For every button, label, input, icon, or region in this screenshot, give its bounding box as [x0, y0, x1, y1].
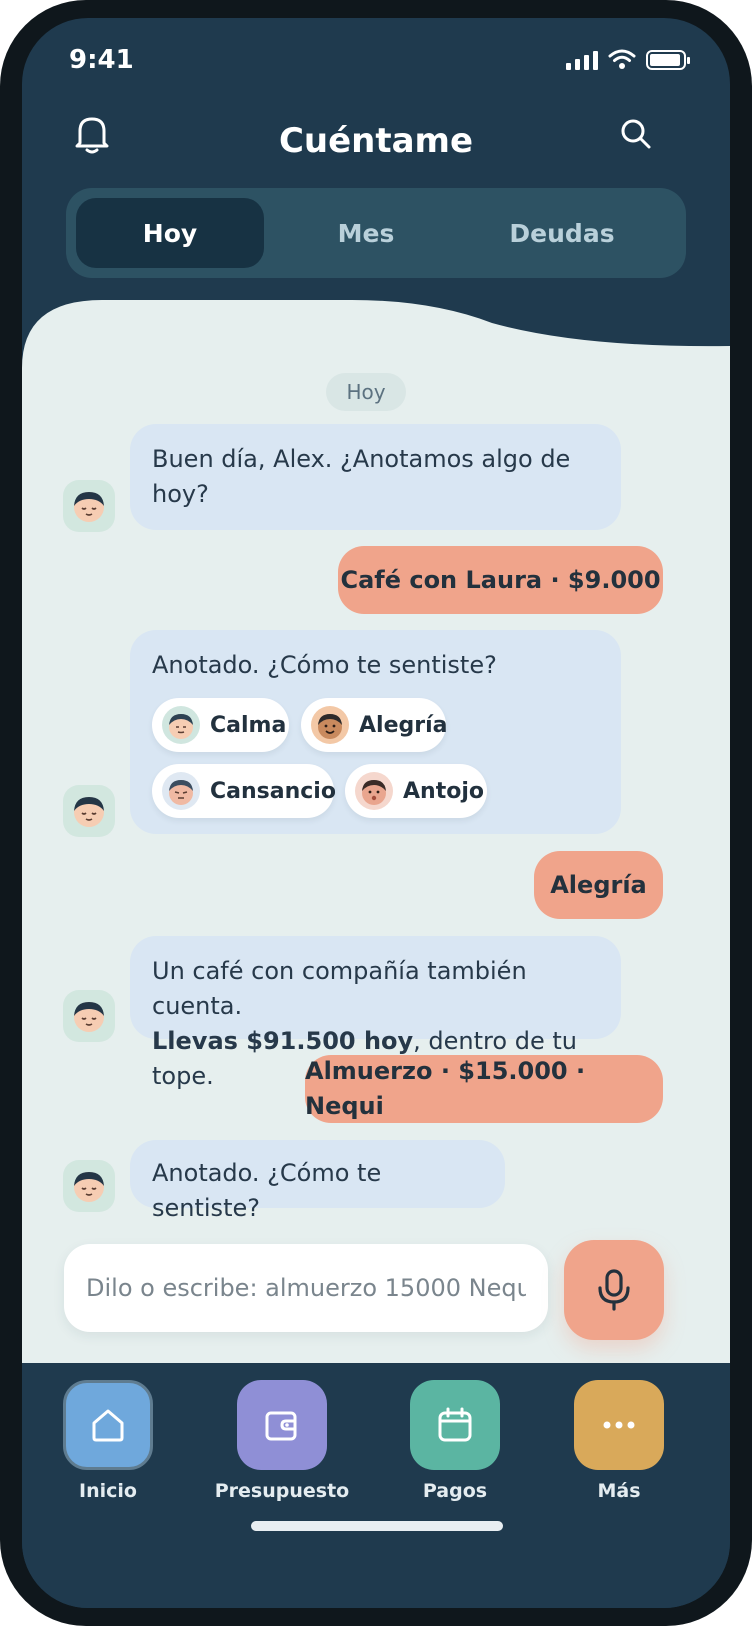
nav-presupuesto[interactable]: Presupuesto: [212, 1380, 352, 1502]
user-message: Alegría: [534, 851, 663, 919]
wifi-icon: [608, 49, 636, 69]
nav-label: Presupuesto: [214, 1480, 350, 1502]
voice-input-button[interactable]: [564, 1240, 664, 1340]
bot-message: Buen día, Alex. ¿Anotamos algo de hoy?: [130, 424, 621, 530]
calm-face-icon: [162, 706, 200, 744]
nav-icon-tile: [237, 1380, 327, 1470]
status-icons: [566, 48, 690, 70]
spent-today-highlight: Llevas $91.500 hoy: [152, 1027, 414, 1055]
bot-message: Un café con compañía también cuenta. Lle…: [130, 936, 621, 1090]
nav-pagos[interactable]: Pagos: [385, 1380, 525, 1502]
signal-icon: [566, 50, 598, 70]
nav-icon-tile: [410, 1380, 500, 1470]
bot-message: Anotado. ¿Cómo te sentiste?: [130, 1140, 505, 1222]
assistant-avatar: [63, 785, 115, 837]
nav-icon-tile: [574, 1380, 664, 1470]
nav-label: Inicio: [79, 1480, 137, 1502]
mood-chip-alegria[interactable]: Alegría: [301, 698, 448, 752]
mood-chip-label: Antojo: [403, 778, 484, 804]
wallet-icon: [265, 1411, 297, 1441]
face-icon: [74, 492, 104, 522]
nav-inicio[interactable]: Inicio: [38, 1380, 178, 1502]
assistant-avatar: [63, 480, 115, 532]
tab-mes[interactable]: Mes: [272, 198, 460, 268]
face-icon: [74, 797, 104, 827]
phone-frame: 9:41 Cuéntame Hoy Mes Deudas Hoy Buen dí…: [0, 0, 752, 1626]
app-screen: 9:41 Cuéntame Hoy Mes Deudas Hoy Buen dí…: [22, 18, 730, 1608]
face-icon: [74, 1002, 104, 1032]
nav-icon-tile: [63, 1380, 153, 1470]
message-input[interactable]: [64, 1244, 548, 1332]
date-separator: Hoy: [326, 373, 406, 411]
calendar-icon: [438, 1407, 472, 1442]
nav-mas[interactable]: Más: [549, 1380, 689, 1502]
bot-message-line: Un café con compañía también cuenta.: [152, 957, 527, 1020]
more-icon: [603, 1421, 635, 1429]
craving-face-icon: [355, 772, 393, 810]
search-button[interactable]: [606, 104, 666, 164]
tab-deudas[interactable]: Deudas: [468, 198, 656, 268]
home-indicator[interactable]: [251, 1521, 503, 1531]
battery-icon: [646, 50, 690, 70]
user-message: Almuerzo · $15.000 · Nequi: [305, 1055, 663, 1123]
microphone-icon: [598, 1269, 630, 1311]
assistant-avatar: [63, 990, 115, 1042]
mood-chip-antojo[interactable]: Antojo: [345, 764, 487, 818]
tab-hoy[interactable]: Hoy: [76, 198, 264, 268]
mood-chip-label: Calma: [210, 712, 287, 738]
tired-face-icon: [162, 772, 200, 810]
mood-chip-calma[interactable]: Calma: [152, 698, 289, 752]
search-icon: [621, 119, 651, 149]
assistant-avatar: [63, 1160, 115, 1212]
mood-chip-cansancio[interactable]: Cansancio: [152, 764, 336, 818]
home-icon: [92, 1409, 124, 1442]
face-icon: [74, 1172, 104, 1202]
happy-face-icon: [311, 706, 349, 744]
mood-chip-label: Alegría: [359, 712, 448, 738]
nav-label: Pagos: [422, 1480, 488, 1502]
period-tabs: Hoy Mes Deudas: [66, 188, 686, 278]
user-message: Café con Laura · $9.000: [338, 546, 663, 614]
status-time: 9:41: [69, 45, 134, 75]
status-bar: 9:41: [22, 18, 730, 98]
mood-chip-label: Cansancio: [210, 778, 336, 804]
bot-message-text: Anotado. ¿Cómo te sentiste?: [152, 651, 497, 679]
nav-label: Más: [597, 1480, 641, 1502]
